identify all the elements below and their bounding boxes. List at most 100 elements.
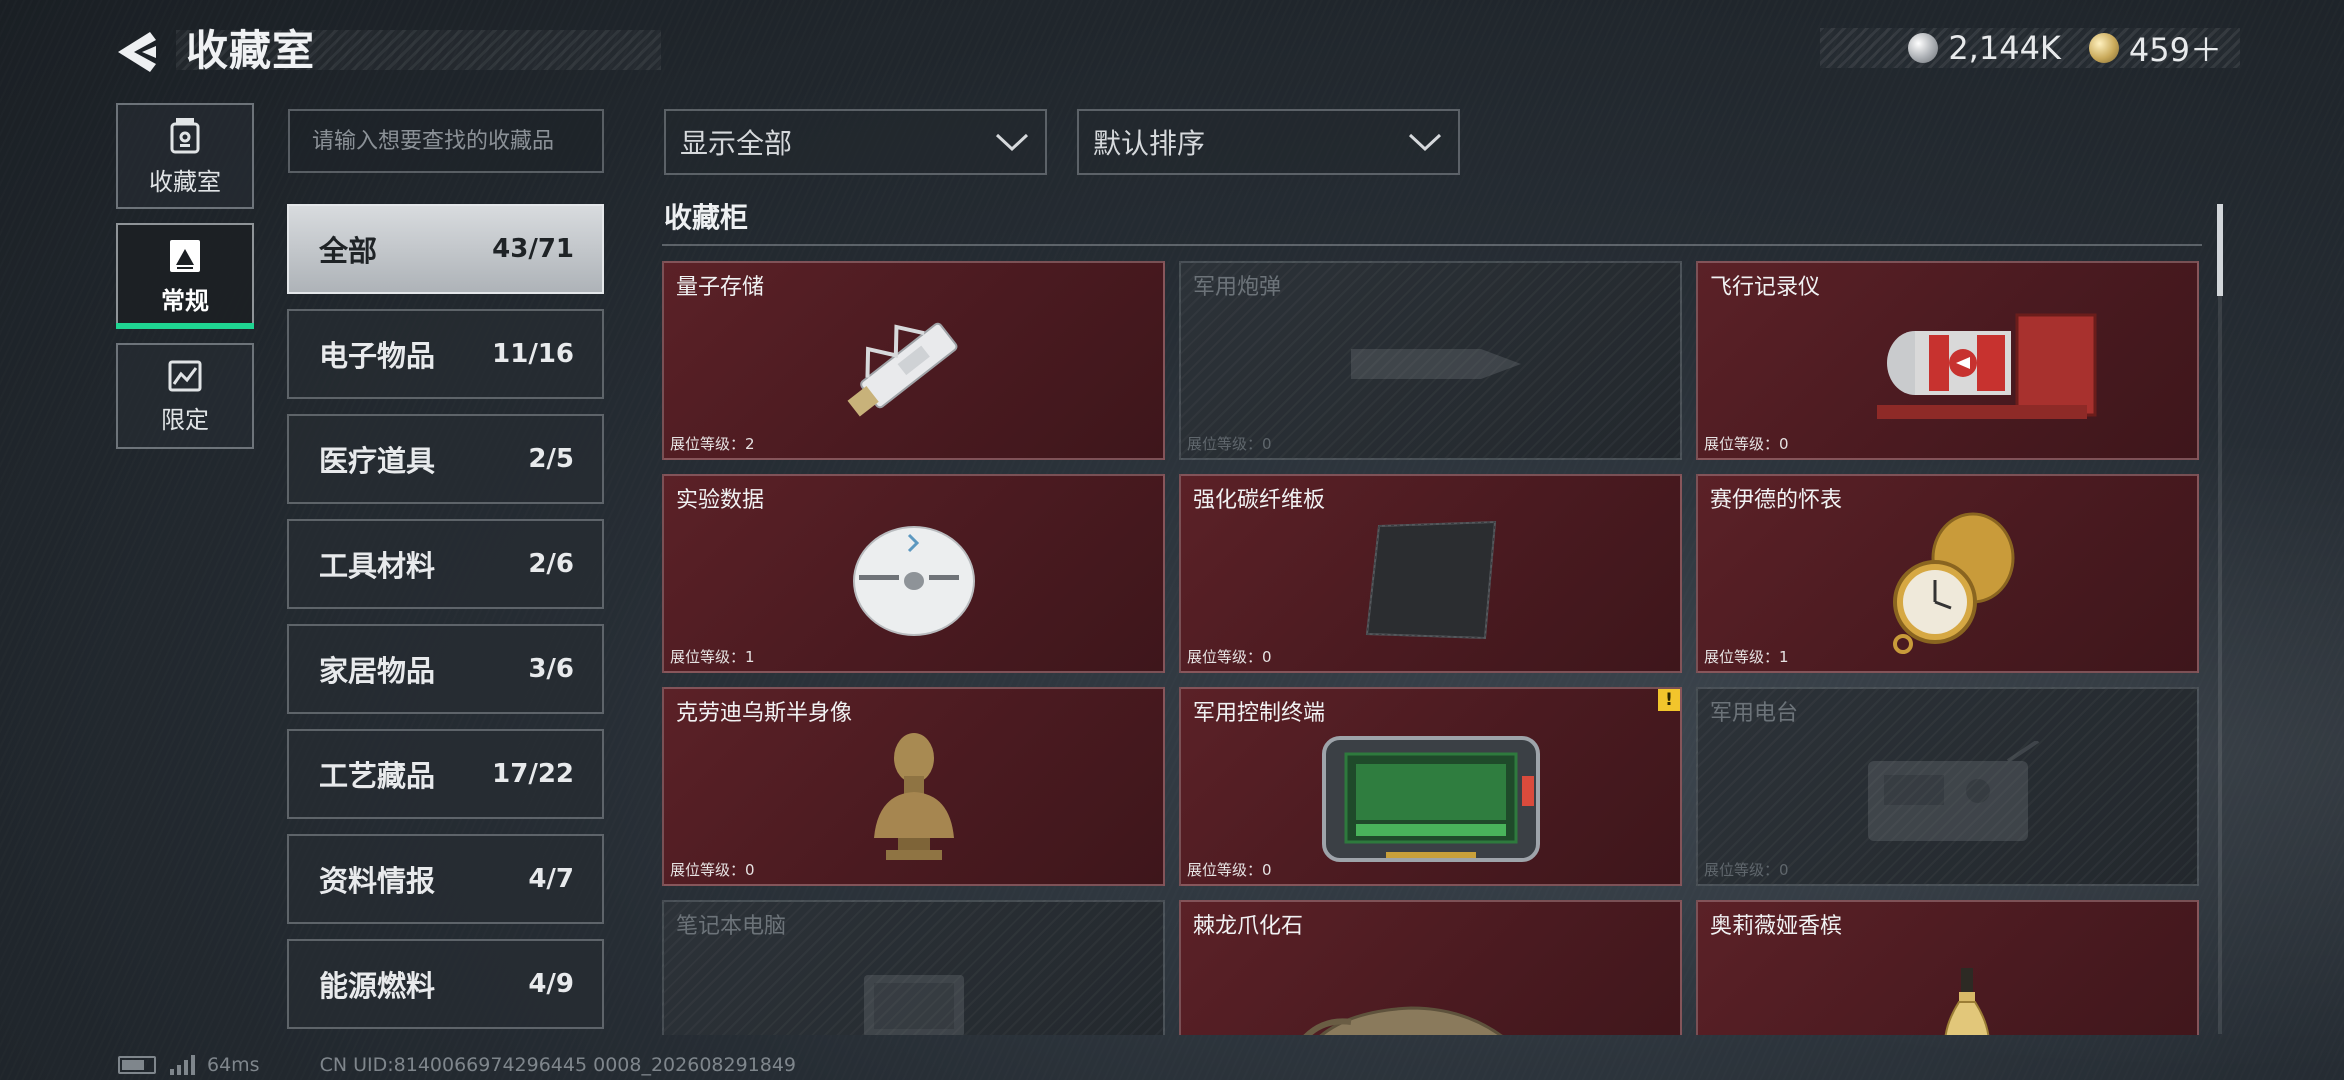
collectible-name: 量子存储	[676, 275, 765, 300]
ping-text: 64ms	[207, 1054, 260, 1076]
category-count: 4/7	[528, 864, 574, 894]
uid-text: CN UID:8140066974296445 0008_20260829184…	[319, 1054, 797, 1076]
category-energy[interactable]: 能源燃料 4/9	[287, 939, 604, 1029]
champagne-icon	[1945, 967, 1990, 1035]
collectible-card[interactable]: 军用电台 展位等级：0	[1696, 687, 2199, 886]
scrollbar-track[interactable]	[2218, 204, 2222, 1034]
category-name: 全部	[319, 234, 378, 268]
collectible-name: 笔记本电脑	[676, 914, 787, 939]
section-divider	[662, 244, 2202, 246]
artillery-shell-icon	[1350, 349, 1521, 380]
silver-coin-icon	[1908, 33, 1939, 63]
rail-item-collection-room[interactable]: 收藏室	[116, 103, 254, 209]
category-name: 资料情报	[319, 864, 436, 898]
collectible-name: 强化碳纤维板	[1193, 488, 1326, 513]
currency-gold-value: 459＋	[2128, 31, 2222, 69]
category-name: 工艺藏品	[319, 759, 436, 793]
currency-silver[interactable]: 2,144K	[1908, 29, 2061, 67]
booth-level: 展位等级：1	[670, 648, 755, 666]
chevron-down-icon	[995, 133, 1029, 152]
radio-icon	[1867, 741, 2039, 842]
collectible-name: 赛伊德的怀表	[1710, 488, 1843, 513]
collectible-name: 棘龙爪化石	[1193, 914, 1304, 939]
category-intel[interactable]: 资料情报 4/7	[287, 834, 604, 924]
scrollbar-thumb[interactable]	[2217, 204, 2223, 296]
collectible-name: 克劳迪乌斯半身像	[676, 701, 853, 726]
category-all[interactable]: 全部 43/71	[287, 204, 604, 294]
booth-level: 展位等级：0	[670, 861, 755, 879]
laptop-icon	[863, 975, 964, 1035]
category-name: 医疗道具	[319, 444, 436, 478]
back-arrow-icon	[118, 32, 156, 72]
collectible-name: 奥莉薇娅香槟	[1710, 914, 1843, 939]
collectible-name: 军用炮弹	[1193, 275, 1282, 300]
booth-level: 展位等级：0	[1704, 435, 1789, 453]
sort-dropdown[interactable]: 默认排序	[1077, 109, 1460, 175]
category-household[interactable]: 家居物品 3/6	[287, 624, 604, 714]
regular-icon	[170, 239, 200, 272]
collectible-card[interactable]: 棘龙爪化石	[1179, 900, 1682, 1035]
claw-fossil-icon	[1303, 1006, 1502, 1035]
collectible-name: 飞行记录仪	[1710, 275, 1821, 300]
collectible-card[interactable]: 赛伊德的怀表 展位等级：1	[1696, 474, 2199, 673]
category-count: 2/5	[528, 444, 574, 474]
booth-level: 展位等级：0	[1704, 861, 1789, 879]
collectible-card[interactable]: 实验数据 展位等级：1	[662, 474, 1165, 673]
category-tools[interactable]: 工具材料 2/6	[287, 519, 604, 609]
currency-silver-value: 2,144K	[1948, 29, 2061, 67]
flight-recorder-icon	[1877, 313, 2097, 420]
category-name: 工具材料	[319, 549, 436, 583]
gold-coin-icon	[2088, 33, 2119, 63]
category-name: 家居物品	[319, 654, 436, 688]
category-count: 3/6	[528, 654, 574, 684]
collectible-card[interactable]: 军用控制终端 ! 展位等级：0	[1179, 687, 1682, 886]
search-input[interactable]	[288, 109, 604, 173]
cabinet-title: 收藏柜	[664, 201, 749, 234]
category-count: 2/6	[528, 549, 574, 579]
category-count: 11/16	[492, 339, 574, 369]
cabinet-grid-viewport: 量子存储 展位等级：2 军用炮弹 展位等级：0 飞行记录仪 展位等级：0 实验数…	[662, 261, 2202, 1035]
category-name: 能源燃料	[319, 969, 436, 1003]
collectible-name: 军用电台	[1710, 701, 1799, 726]
booth-level: 展位等级：0	[1187, 861, 1272, 879]
battery-icon	[118, 1056, 156, 1074]
booth-level: 展位等级：0	[1187, 435, 1272, 453]
booth-level: 展位等级：0	[1187, 648, 1272, 666]
collectible-card[interactable]: 奥莉薇娅香槟	[1696, 900, 2199, 1035]
category-medical[interactable]: 医疗道具 2/5	[287, 414, 604, 504]
category-list: 全部 43/71 电子物品 11/16 医疗道具 2/5 工具材料 2/6 家居…	[287, 204, 604, 1044]
rail-item-regular[interactable]: 常规	[116, 223, 254, 329]
category-crafts[interactable]: 工艺藏品 17/22	[287, 729, 604, 819]
collectible-card[interactable]: 量子存储 展位等级：2	[662, 261, 1165, 460]
sort-dropdown-label: 默认排序	[1093, 127, 1206, 160]
control-terminal-icon	[1321, 736, 1540, 863]
category-electronics[interactable]: 电子物品 11/16	[287, 309, 604, 399]
collectible-card[interactable]: 飞行记录仪 展位等级：0	[1696, 261, 2199, 460]
pocket-watch-icon	[1892, 512, 2014, 655]
collectible-card[interactable]: 克劳迪乌斯半身像 展位等级：0	[662, 687, 1165, 886]
booth-level: 展位等级：1	[1704, 648, 1789, 666]
currency-gold[interactable]: 459＋	[2088, 25, 2222, 71]
collectible-card[interactable]: 军用炮弹 展位等级：0	[1179, 261, 1682, 460]
limited-icon	[168, 360, 202, 391]
collectible-card[interactable]: 笔记本电脑	[662, 900, 1165, 1035]
collection-room-icon	[170, 117, 200, 153]
page-title: 收藏室	[186, 26, 316, 75]
rail-label: 常规	[161, 286, 209, 315]
booth-level: 展位等级：2	[670, 435, 755, 453]
category-count: 43/71	[492, 234, 574, 264]
back-button[interactable]	[112, 24, 168, 80]
collectible-name: 实验数据	[676, 488, 765, 513]
cabinet-grid: 量子存储 展位等级：2 军用炮弹 展位等级：0 飞行记录仪 展位等级：0 实验数…	[662, 261, 2199, 1035]
rail-label: 收藏室	[149, 167, 221, 196]
warning-badge: !	[1658, 689, 1680, 711]
rail-label: 限定	[161, 405, 209, 434]
currency-bar: 2,144K 459＋	[1820, 25, 2240, 71]
collectible-name: 军用控制终端	[1193, 701, 1326, 726]
collectible-card[interactable]: 强化碳纤维板 展位等级：0	[1179, 474, 1682, 673]
filter-dropdown-label: 显示全部	[680, 127, 793, 160]
category-count: 4/9	[528, 969, 574, 999]
rail-item-limited[interactable]: 限定	[116, 343, 254, 449]
status-footer: 64ms CN UID:8140066974296445 0008_202608…	[118, 1052, 796, 1078]
filter-dropdown[interactable]: 显示全部	[664, 109, 1047, 175]
